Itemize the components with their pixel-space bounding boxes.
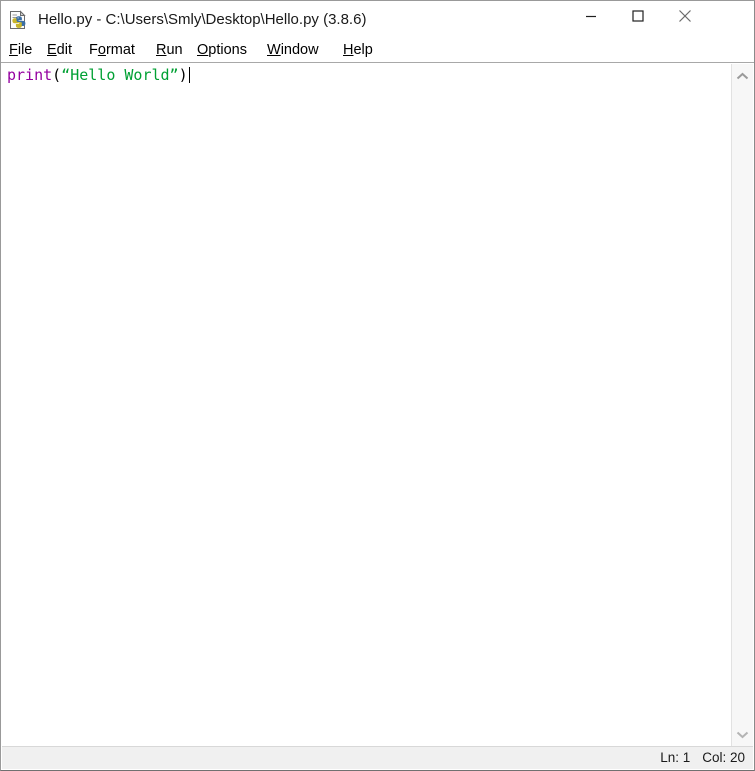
menu-item-edit[interactable]: Edit [47, 39, 72, 62]
scroll-down-button[interactable] [732, 724, 753, 744]
minimize-button[interactable] [568, 1, 614, 31]
chevron-up-icon [736, 72, 749, 81]
menu-item-help[interactable]: Help [343, 39, 373, 62]
menu-item-options[interactable]: Options [197, 39, 247, 62]
code-token-string: “Hello World” [61, 66, 179, 84]
minimize-icon [585, 10, 597, 22]
status-line-number: Ln: 1 [660, 750, 691, 765]
menu-item-run[interactable]: Run [156, 39, 183, 62]
python-file-icon [8, 10, 28, 30]
status-bar: Ln: 1 Col: 20 [2, 746, 753, 769]
status-column-number: Col: 20 [702, 750, 745, 765]
menu-bar: File Edit Format Run Options Window Help [1, 39, 754, 63]
scroll-up-button[interactable] [732, 66, 753, 86]
text-caret [188, 67, 190, 83]
menu-item-window[interactable]: Window [267, 39, 319, 62]
code-token-close-paren: ) [178, 66, 188, 84]
idle-editor-window: Hello.py - C:\Users\Smly\Desktop\Hello.p… [0, 0, 755, 771]
chevron-down-icon [736, 730, 749, 739]
status-position: Ln: 1 Col: 20 [660, 747, 745, 769]
menu-item-file[interactable]: File [9, 39, 32, 62]
menu-item-format[interactable]: Format [89, 39, 135, 62]
title-bar: Hello.py - C:\Users\Smly\Desktop\Hello.p… [1, 1, 754, 38]
vertical-scrollbar[interactable] [731, 64, 753, 746]
code-token-keyword: print [7, 66, 53, 84]
maximize-icon [632, 10, 644, 22]
code-editor-area[interactable]: print(“Hello World”) [2, 64, 753, 746]
code-line-1: print(“Hello World”) [7, 66, 190, 85]
window-title: Hello.py - C:\Users\Smly\Desktop\Hello.p… [38, 11, 367, 28]
maximize-button[interactable] [615, 1, 661, 31]
close-button[interactable] [662, 1, 708, 31]
code-token-open-paren: ( [52, 66, 62, 84]
close-icon [678, 9, 692, 23]
